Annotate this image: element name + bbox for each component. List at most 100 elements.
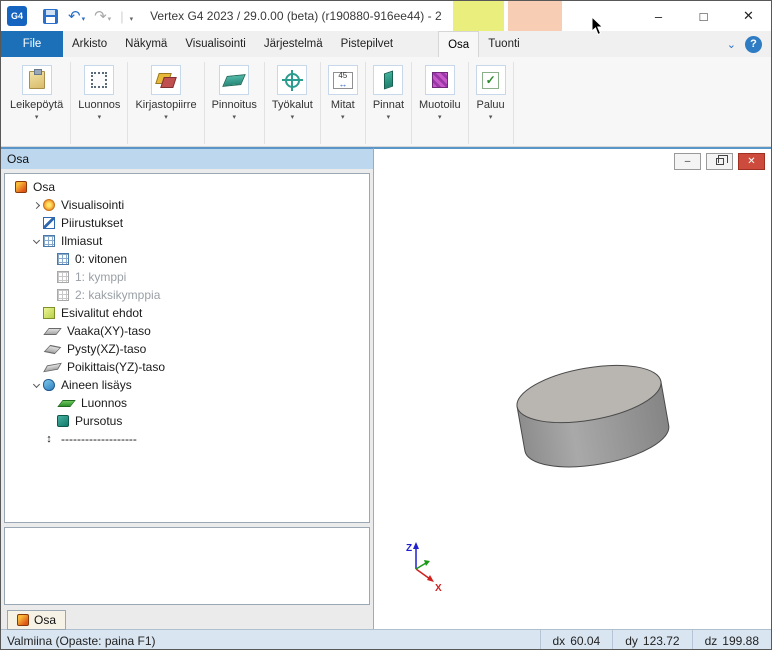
app-window: G4 ↶ ▾ ↷ ▾ | ▾ Vertex G4 2023 / 29.0.00 … [0,0,772,650]
visualization-icon [43,199,55,211]
tree-item-osa-root[interactable]: Osa [5,178,369,196]
tab-arkisto[interactable]: Arkisto [63,31,116,57]
ribbon-button-muotoilu[interactable]: Muotoilu ▾ [412,62,469,144]
sketch-icon [91,72,107,88]
dropdown-arrow-icon: ▾ [341,113,345,121]
tree-item-vitonen[interactable]: 0: vitonen [5,250,369,268]
ribbon-button-label: Leikepöytä [10,99,63,111]
chevron-down-icon[interactable]: ⌄ [727,38,736,51]
tree-item-piirustukset[interactable]: Piirustukset [5,214,369,232]
ribbon-button-tyokalut[interactable]: Työkalut ▾ [265,62,321,144]
tree-item-kymppi[interactable]: 1: kymppi [5,268,369,286]
maximize-button[interactable]: □ [681,1,726,31]
minimize-button[interactable]: – [636,1,681,31]
undo-dropdown-icon[interactable]: ▾ [82,15,86,23]
dropdown-arrow-icon: ▾ [291,113,295,121]
ribbon-button-label: Työkalut [272,99,313,111]
ribbon-button-pinnat[interactable]: Pinnat ▾ [366,62,412,144]
status-message: Valmiina (Opaste: paina F1) [1,634,540,648]
redo-icon[interactable]: ↷ [94,7,107,25]
clipboard-icon [29,71,45,89]
help-icon[interactable]: ? [745,36,762,53]
viewport-minimize-button[interactable]: – [674,153,701,170]
tree-item-vaaka-xy-taso[interactable]: Vaaka(XY)-taso [5,322,369,340]
ribbon-button-label: Pinnat [373,99,404,111]
part-icon [17,614,29,626]
tree-item-poikittais-yz-taso[interactable]: Poikittais(YZ)-taso [5,358,369,376]
close-button[interactable]: ✕ [726,1,771,31]
ribbon-button-leikepoyta[interactable]: Leikepöytä ▾ [3,62,71,144]
yz-plane-icon [43,362,62,372]
secondary-panel-area [4,527,370,605]
axis-triad: Z X [406,542,442,594]
model-tree: Osa Visualisointi Piirustukset Ilmiasut [4,173,370,523]
ribbon-button-kirjastopiirre[interactable]: Kirjastopiirre ▾ [128,62,204,144]
ribbon-button-mitat[interactable]: Mitat ▾ [321,62,366,144]
quick-toolbar-separator: | [120,9,123,24]
dropdown-arrow-icon: ▾ [35,113,39,121]
axis-x-label: X [435,583,442,594]
tree-item-esivalitut-ehdot[interactable]: Esivalitut ehdot [5,304,369,322]
dropdown-arrow-icon: ▾ [232,113,236,121]
panel-title: Osa [1,149,373,169]
tree-item-luonnos[interactable]: Luonnos [5,394,369,412]
dropdown-arrow-icon: ▾ [164,113,168,121]
tree-item-kaksikymppia[interactable]: 2: kaksikymppia [5,286,369,304]
tree-item-aineen-lisays[interactable]: Aineen lisäys [5,376,369,394]
tab-osa[interactable]: Osa [438,31,479,57]
tab-jarjestelma[interactable]: Järjestelmä [255,31,332,57]
coating-icon [222,74,246,87]
viewport-restore-button[interactable] [706,153,733,170]
axis-z-label: Z [406,543,412,554]
tab-nakyma[interactable]: Näkymä [116,31,176,57]
tab-pistepilvet[interactable]: Pistepilvet [332,31,402,57]
ribbon-button-paluu[interactable]: Paluu ▾ [469,62,514,144]
3d-viewport[interactable]: – ✕ Z [373,147,771,629]
cylinder-model[interactable] [513,356,674,477]
window-controls: – □ ✕ [636,1,771,31]
tab-visualisointi[interactable]: Visualisointi [176,31,255,57]
tree-item-visualisointi[interactable]: Visualisointi [5,196,369,214]
ribbon-button-label: Luonnos [78,99,120,111]
surfaces-icon [384,71,393,90]
dropdown-arrow-icon: ▾ [438,113,442,121]
ribbon-tab-bar: File Arkisto Näkymä Visualisointi Järjes… [1,31,771,57]
coord-dy: dy 123.72 [612,630,691,650]
redo-dropdown-icon[interactable]: ▾ [108,15,112,23]
ribbon-button-pinnoitus[interactable]: Pinnoitus ▾ [205,62,265,144]
tree-item-ilmiasut[interactable]: Ilmiasut [5,232,369,250]
representation-icon [57,271,69,283]
save-icon[interactable] [43,9,58,24]
ribbon-button-label: Pinnoitus [212,99,257,111]
part-icon [15,181,27,193]
tab-tuonti[interactable]: Tuonti [479,31,529,57]
chevron-down-icon[interactable] [29,240,43,243]
quick-toolbar-customize-icon[interactable]: ▾ [130,15,134,23]
chevron-right-icon[interactable] [29,203,43,208]
osa-tab-highlight [453,1,504,31]
viewport-close-button[interactable]: ✕ [738,153,765,170]
library-feature-icon [156,71,176,89]
ribbon-button-label: Paluu [477,99,505,111]
tree-item-end-marker[interactable]: ↕ ------------------- [5,430,369,448]
drawings-icon [43,217,55,229]
dropdown-arrow-icon: ▾ [98,113,102,121]
3d-scene-canvas[interactable]: Z X [374,149,772,627]
restore-icon [716,158,724,165]
chevron-down-icon[interactable] [29,384,43,387]
tab-file[interactable]: File [1,31,63,57]
panel-bottom-tab-osa[interactable]: Osa [7,610,66,630]
tree-item-pysty-xz-taso[interactable]: Pysty(XZ)-taso [5,340,369,358]
undo-icon[interactable]: ↶ [68,7,81,25]
dimensions-icon [333,72,353,89]
tree-item-pursotus[interactable]: Pursotus [5,412,369,430]
tools-icon [285,73,300,88]
updown-arrows-icon: ↕ [43,433,55,445]
ribbon-toolbar: Leikepöytä ▾ Luonnos ▾ Kirjastopiirre ▾ … [1,57,771,147]
ribbon-button-luonnos[interactable]: Luonnos ▾ [71,62,128,144]
titlebar[interactable]: G4 ↶ ▾ ↷ ▾ | ▾ Vertex G4 2023 / 29.0.00 … [1,1,771,31]
ribbon-button-label: Mitat [331,99,355,111]
coord-dx: dx 60.04 [540,630,613,650]
xz-plane-icon [44,344,62,353]
window-title: Vertex G4 2023 / 29.0.00 (beta) (r190880… [150,9,442,23]
